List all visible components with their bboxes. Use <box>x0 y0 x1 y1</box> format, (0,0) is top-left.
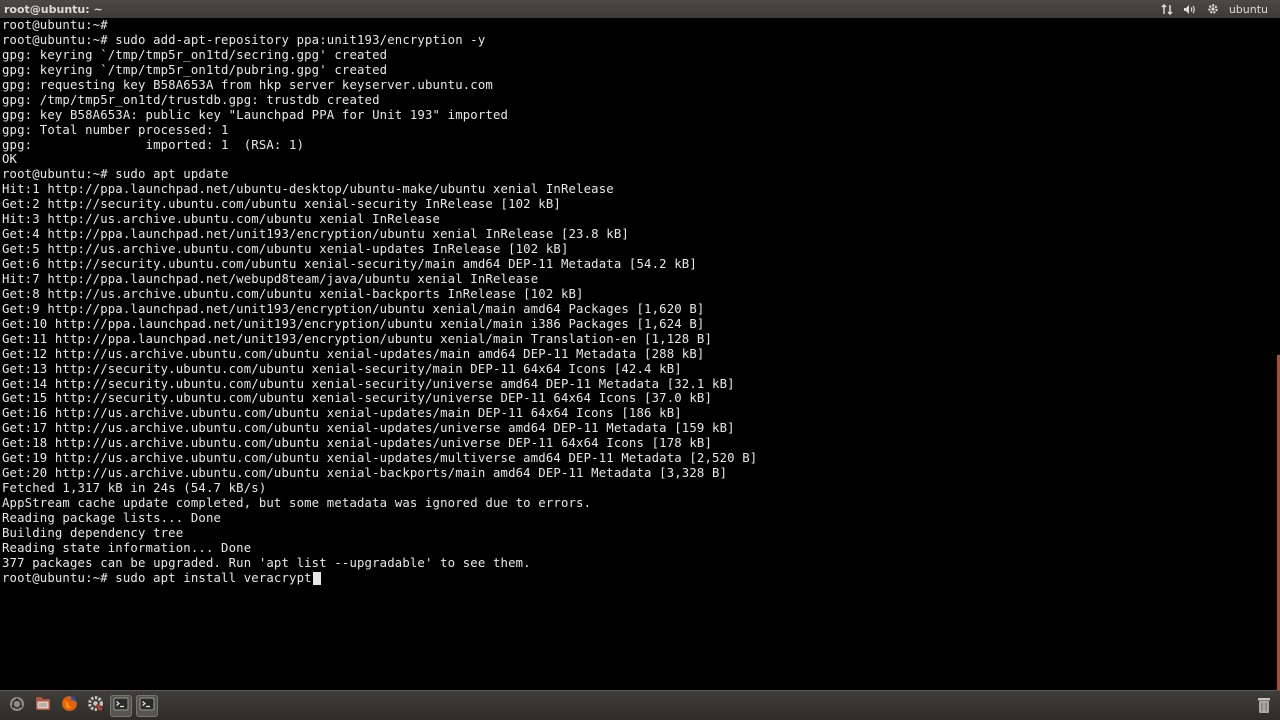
files-button[interactable] <box>32 695 54 717</box>
terminal-line: Get:11 http://ppa.launchpad.net/unit193/… <box>2 331 713 346</box>
terminal-line: Get:4 http://ppa.launchpad.net/unit193/e… <box>2 227 629 242</box>
terminal-line: root@ubuntu:~# sudo add-apt-repository p… <box>2 32 486 47</box>
terminal-line: Hit:3 http://us.archive.ubuntu.com/ubunt… <box>2 212 441 227</box>
firefox-button[interactable] <box>58 695 80 717</box>
terminal-line: Get:20 http://us.archive.ubuntu.com/ubun… <box>2 466 728 481</box>
terminal-line: Get:2 http://security.ubuntu.com/ubuntu … <box>2 197 561 212</box>
files-icon <box>35 696 51 716</box>
window-title: root@ubuntu: ~ <box>4 2 103 16</box>
terminal-prompt-line: root@ubuntu:~# sudo apt install veracryp… <box>2 571 1280 586</box>
system-settings-icon <box>87 695 104 716</box>
terminal-button[interactable] <box>110 694 132 717</box>
trash-icon <box>1256 698 1272 718</box>
terminal-line: Get:12 http://us.archive.ubuntu.com/ubun… <box>2 346 705 361</box>
terminal-line: gpg: imported: 1 (RSA: 1) <box>2 137 305 152</box>
terminal-line: Hit:1 http://ppa.launchpad.net/ubuntu-de… <box>2 182 614 197</box>
terminal-line: Get:14 http://security.ubuntu.com/ubuntu… <box>2 376 735 391</box>
terminal-line: Get:15 http://security.ubuntu.com/ubuntu… <box>2 391 713 406</box>
terminal-line: Get:16 http://us.archive.ubuntu.com/ubun… <box>2 406 682 421</box>
volume-icon[interactable] <box>1183 4 1197 15</box>
dash-home-icon <box>9 696 25 716</box>
terminal-line: gpg: requesting key B58A653A from hkp se… <box>2 77 493 92</box>
terminal-line: gpg: keyring `/tmp/tmp5r_on1td/secring.g… <box>2 47 388 62</box>
terminal-line: Hit:7 http://ppa.launchpad.net/webupd8te… <box>2 271 539 286</box>
network-icon[interactable] <box>1161 3 1173 15</box>
terminal-line: gpg: Total number processed: 1 <box>2 122 229 137</box>
terminal-line: Get:5 http://us.archive.ubuntu.com/ubunt… <box>2 242 569 257</box>
current-command: root@ubuntu:~# sudo apt install veracryp… <box>2 570 312 585</box>
terminal-line: Get:13 http://security.ubuntu.com/ubuntu… <box>2 361 682 376</box>
launcher-bar <box>0 690 1280 720</box>
top-panel: root@ubuntu: ~ ubuntu <box>0 0 1280 18</box>
firefox-icon <box>61 695 78 716</box>
terminal-icon <box>113 696 129 716</box>
terminal-line: root@ubuntu:~# sudo apt update <box>2 167 229 182</box>
terminal-window[interactable]: root@ubuntu:~# root@ubuntu:~# sudo add-ap… <box>0 18 1280 690</box>
terminal-button-2[interactable] <box>136 694 158 717</box>
system-settings-button[interactable] <box>84 695 106 717</box>
terminal-line: Fetched 1,317 kB in 24s (54.7 kB/s) <box>2 481 267 496</box>
terminal-line: Get:17 http://us.archive.ubuntu.com/ubun… <box>2 421 735 436</box>
terminal-line: Get:19 http://us.archive.ubuntu.com/ubun… <box>2 451 758 466</box>
terminal-line: Reading package lists... Done <box>2 510 222 525</box>
dash-home-button[interactable] <box>6 695 28 717</box>
terminal-cursor <box>312 571 321 585</box>
terminal-line: gpg: key B58A653A: public key "Launchpad… <box>2 107 509 122</box>
terminal-line: Get:8 http://us.archive.ubuntu.com/ubunt… <box>2 286 584 301</box>
terminal-line: gpg: /tmp/tmp5r_on1td/trustdb.gpg: trust… <box>2 92 380 107</box>
terminal-line: Building dependency tree <box>2 525 184 540</box>
terminal-line: Get:10 http://ppa.launchpad.net/unit193/… <box>2 316 705 331</box>
terminal-line: Get:9 http://ppa.launchpad.net/unit193/e… <box>2 301 705 316</box>
terminal-line: gpg: keyring `/tmp/tmp5r_on1td/pubring.g… <box>2 62 388 77</box>
user-name[interactable]: ubuntu <box>1229 3 1268 16</box>
indicator-area: ubuntu <box>1161 3 1276 16</box>
terminal-line: root@ubuntu:~# <box>2 18 108 32</box>
terminal-line: Reading state information... Done <box>2 540 252 555</box>
terminal-line: 377 packages can be upgraded. Run 'apt l… <box>2 555 531 570</box>
terminal-output: root@ubuntu:~# root@ubuntu:~# sudo add-ap… <box>0 18 1280 586</box>
trash-button[interactable] <box>1256 696 1272 714</box>
terminal-line: OK <box>2 152 18 167</box>
terminal-line: AppStream cache update completed, but so… <box>2 496 592 510</box>
terminal-line: Get:6 http://security.ubuntu.com/ubuntu … <box>2 257 697 271</box>
terminal-icon <box>139 696 155 716</box>
gear-icon[interactable] <box>1207 3 1219 15</box>
terminal-line: Get:18 http://us.archive.ubuntu.com/ubun… <box>2 436 713 451</box>
